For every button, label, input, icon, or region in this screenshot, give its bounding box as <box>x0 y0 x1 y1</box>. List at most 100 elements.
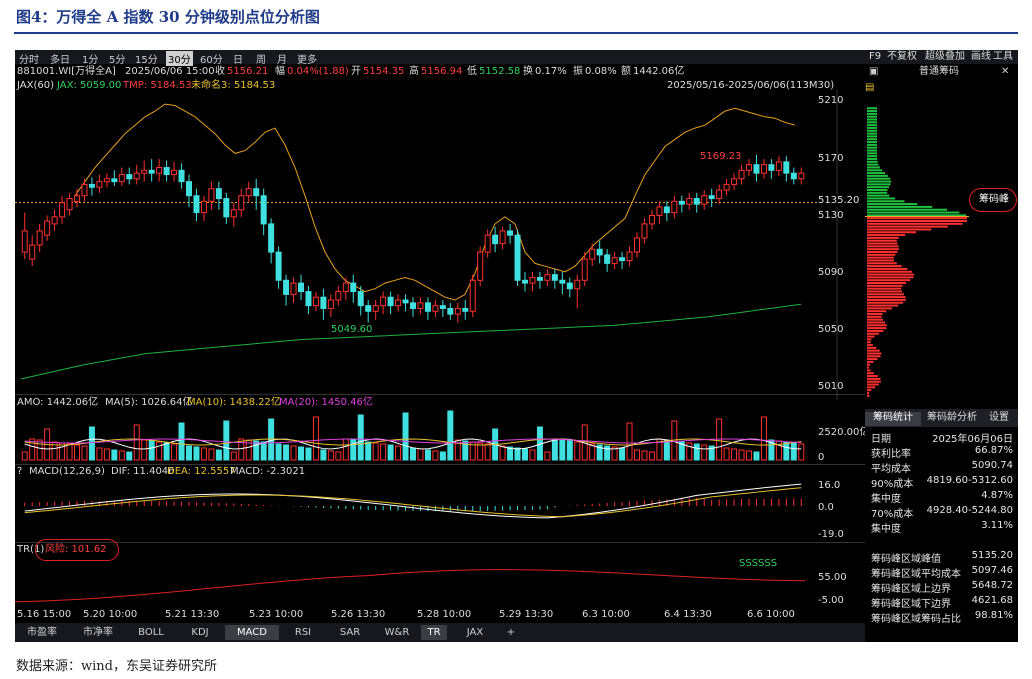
period-tab-9[interactable]: 月 <box>277 51 287 66</box>
chip-bar <box>867 228 932 231</box>
period-tab-10[interactable]: 更多 <box>297 51 317 66</box>
toolbar-tools[interactable]: 工具 <box>993 51 1013 63</box>
amo-bar <box>619 447 626 461</box>
stat-row: 平均成本 5090.74 <box>871 460 1013 475</box>
stat-key: 90%成本 <box>871 479 914 490</box>
chip-bar <box>867 298 906 301</box>
close-label: 收 <box>215 66 225 77</box>
period-tab-3[interactable]: 5分 <box>109 51 125 66</box>
change-value: 0.04%(1.88) <box>287 66 349 77</box>
candle-body <box>484 234 491 253</box>
candle-body <box>790 172 797 180</box>
candle-body <box>118 174 125 183</box>
candle-body <box>126 174 133 180</box>
period-tab-1[interactable]: 多日 <box>50 51 70 66</box>
chip-bar <box>867 344 873 347</box>
period-tab-2[interactable]: 1分 <box>82 51 98 66</box>
candle-body <box>29 244 36 260</box>
amo-bar <box>731 448 738 461</box>
chip-bar <box>867 115 877 118</box>
amount-value: 1442.06亿 <box>633 66 685 77</box>
period-tab-7[interactable]: 日 <box>233 51 243 66</box>
tab-chip-stats[interactable]: 筹码统计 <box>865 412 921 426</box>
time-tick: 6.3 10:00 <box>582 609 630 620</box>
chip-bar <box>867 282 907 285</box>
chip-bar <box>867 391 870 394</box>
candle-body <box>298 282 304 293</box>
chip-bar <box>867 352 882 355</box>
amo-bar <box>760 416 767 461</box>
candle-body <box>208 188 215 202</box>
candlestick-chart[interactable] <box>15 90 865 400</box>
tab-chip-age[interactable]: 筹码龄分析 <box>927 412 977 424</box>
amo-bar <box>81 445 88 461</box>
chip-bar <box>867 234 906 237</box>
stat-value: 5090.74 <box>971 460 1013 471</box>
toolbar-draw-line[interactable]: 画线 <box>971 51 991 63</box>
indicator-tab-2[interactable]: BOLL <box>127 625 175 640</box>
indicator-tab-8[interactable]: TR <box>421 625 447 640</box>
amo-bar <box>477 442 484 461</box>
indicator-tab-0[interactable]: 市盈率 <box>17 625 67 640</box>
candle-body <box>327 299 334 309</box>
chip-bar <box>867 107 877 110</box>
indicator-tab-5[interactable]: RSI <box>281 625 325 640</box>
chip-bar <box>867 124 877 127</box>
candle-body <box>619 257 626 262</box>
chip-bar <box>867 315 882 318</box>
time-tick: 5.23 10:00 <box>249 609 304 620</box>
candle-body <box>21 230 28 253</box>
indicator-tab-1[interactable]: 市净率 <box>71 625 125 640</box>
price-tick: 5050 <box>818 324 844 335</box>
tab-chip-settings[interactable]: 设置 <box>989 412 1009 424</box>
stat-key: 筹码峰区域下边界 <box>871 599 951 610</box>
candle-body <box>648 214 655 225</box>
f9-key[interactable]: F9 <box>869 51 881 63</box>
period-tab-6[interactable]: 60分 <box>200 51 223 66</box>
candle-body <box>544 274 551 281</box>
toolbar-no-adjust[interactable]: 不复权 <box>887 51 917 63</box>
chip-bar <box>867 200 905 203</box>
chip-bar <box>867 197 896 200</box>
report-title: 图4：万得全 A 指数 30 分钟级别点位分析图 <box>16 8 320 26</box>
quote-datetime: 2025/06/06 15:00 <box>125 66 215 77</box>
chip-bar <box>867 217 967 220</box>
time-tick: 5.29 13:30 <box>499 609 554 620</box>
macd-axis-mid: 0.0 <box>818 502 834 513</box>
chip-bar <box>867 346 877 349</box>
amo-bar <box>283 444 290 461</box>
amo-bar <box>641 450 648 461</box>
candle-body <box>507 230 514 236</box>
candle-body <box>290 282 297 295</box>
chip-bar <box>867 132 877 135</box>
candle-body <box>641 223 648 239</box>
tr-axis-top: 55.00 <box>818 572 847 583</box>
amo-bar <box>566 440 573 461</box>
indicator-tab-3[interactable]: KDJ <box>177 625 223 640</box>
indicator-tab-9[interactable]: JAX <box>459 625 491 640</box>
period-tab-5[interactable]: 30分 <box>166 51 193 66</box>
amo-bar <box>551 438 558 461</box>
chip-bar <box>867 293 904 296</box>
chip-bar <box>867 360 874 363</box>
indicator-tab-10[interactable]: + <box>503 625 519 640</box>
candle-body <box>604 254 611 264</box>
indicator-tab-6[interactable]: SAR <box>327 625 373 640</box>
chip-bar <box>867 166 880 169</box>
candle-body <box>454 307 461 315</box>
indicator-tab-4[interactable]: MACD <box>225 625 279 640</box>
last-price-label: 5135.20 <box>818 195 860 207</box>
chip-bar <box>867 180 892 183</box>
period-tab-0[interactable]: 分时 <box>19 51 39 66</box>
chip-bar <box>867 386 876 389</box>
indicator-tab-7[interactable]: W&R <box>373 625 421 640</box>
period-tab-8[interactable]: 周 <box>256 51 266 66</box>
candle-body <box>36 230 43 246</box>
amo-bar <box>118 450 125 461</box>
period-tab-4[interactable]: 15分 <box>135 51 158 66</box>
candle-body <box>342 282 349 293</box>
candle-body <box>686 198 693 205</box>
candle-body <box>514 234 521 281</box>
amo-bar <box>260 441 267 461</box>
toolbar-super-overlay[interactable]: 超级叠加 <box>925 51 965 63</box>
